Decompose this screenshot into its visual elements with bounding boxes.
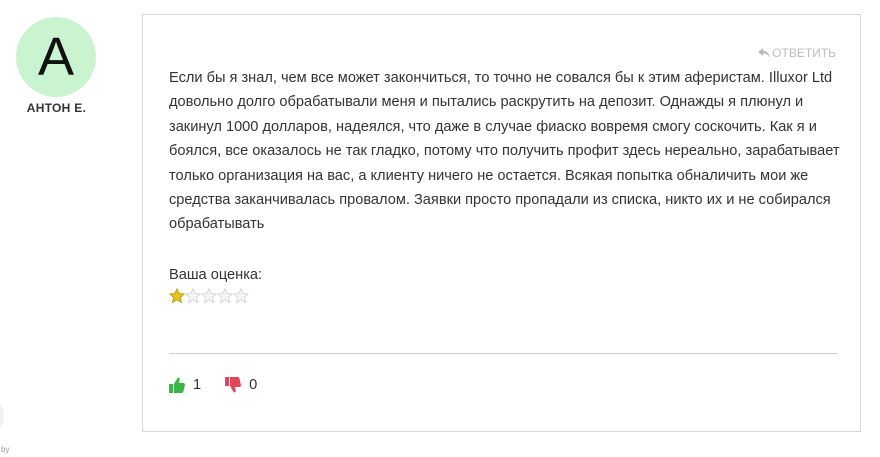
star-empty-icon[interactable]: [233, 288, 249, 304]
review-page: А АНТОН Е. ОТВЕТИТЬ Если бы я знал, чем …: [0, 0, 880, 457]
rating-label: Ваша оценка:: [169, 267, 263, 283]
side-widget-edge: [0, 403, 4, 429]
reply-button[interactable]: ОТВЕТИТЬ: [758, 46, 836, 60]
star-rating: [169, 288, 249, 304]
thumbs-up-count: 1: [193, 377, 202, 393]
reply-arrow-icon: [758, 48, 771, 58]
star-filled-icon[interactable]: [169, 288, 185, 304]
thumbs-down-button[interactable]: 0: [225, 377, 257, 393]
comment-text: Если бы я знал, чем все может закончитьс…: [169, 70, 840, 233]
thumbs-up-button[interactable]: 1: [169, 377, 201, 393]
thumbs-down-count: 0: [249, 377, 258, 393]
star-empty-icon[interactable]: [185, 288, 201, 304]
reply-label: ОТВЕТИТЬ: [772, 46, 836, 60]
avatar: А: [16, 17, 96, 97]
author-name: АНТОН Е.: [26, 101, 87, 115]
star-empty-icon[interactable]: [201, 288, 217, 304]
avatar-letter: А: [37, 27, 75, 87]
by-text: by: [1, 445, 10, 454]
vote-controls: 1 0: [169, 377, 257, 393]
thumbs-down-icon: [225, 377, 242, 393]
thumbs-up-icon: [169, 377, 185, 393]
divider: [169, 353, 837, 354]
star-empty-icon[interactable]: [217, 288, 233, 304]
comment-card: ОТВЕТИТЬ Если бы я знал, чем все может з…: [142, 14, 861, 432]
